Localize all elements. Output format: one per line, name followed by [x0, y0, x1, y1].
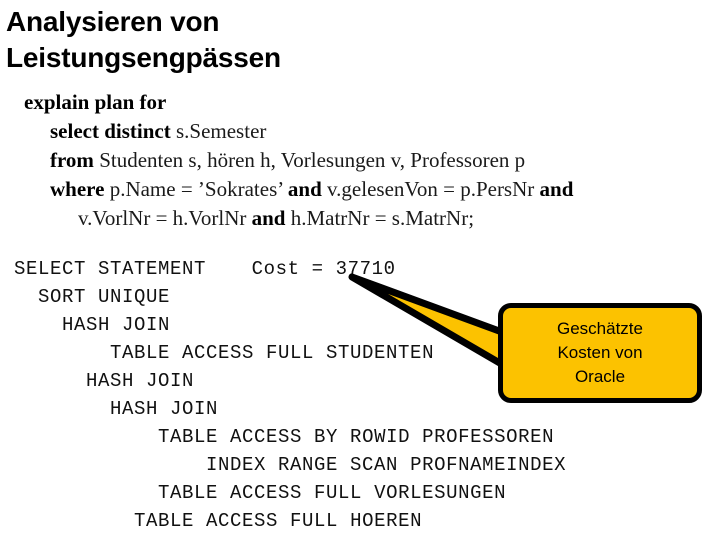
- callout-text-line-3: Oracle: [574, 367, 626, 386]
- page-title: Analysieren von Leistungsengpässen: [6, 4, 566, 76]
- sql-keyword: explain plan for: [24, 90, 167, 114]
- plan-indent: [14, 426, 158, 448]
- plan-indent: [14, 314, 62, 336]
- callout-text-line-2: Kosten von: [557, 343, 643, 362]
- sql-text: p.Name = ’Sokrates’: [109, 177, 288, 201]
- callout-bubble: Geschätzte Kosten von Oracle: [498, 303, 702, 403]
- sql-keyword: from: [50, 148, 100, 172]
- sql-line: where p.Name = ’Sokrates’ and v.gelesenV…: [24, 175, 714, 204]
- plan-indent: [14, 342, 110, 364]
- plan-operation: HASH JOIN: [86, 370, 195, 392]
- sql-keyword: where: [50, 177, 110, 201]
- callout-annotation: Geschätzte Kosten von Oracle: [348, 273, 702, 403]
- sql-text: v.gelesenVon = p.PersNr: [327, 177, 540, 201]
- plan-indent: [14, 510, 134, 532]
- sql-text: s.Semester: [175, 119, 267, 143]
- plan-operation: HASH JOIN: [62, 314, 171, 336]
- sql-keyword: and: [539, 177, 574, 201]
- plan-operation: TABLE ACCESS FULL VORLESUNGEN: [158, 482, 507, 504]
- sql-line: select distinct s.Semester: [24, 117, 714, 146]
- plan-operation: INDEX RANGE SCAN PROFNAMEINDEX: [206, 454, 567, 476]
- sql-keyword: select distinct: [50, 119, 176, 143]
- plan-indent: [14, 454, 206, 476]
- sql-keyword: and: [287, 177, 328, 201]
- sql-text: Studenten s, hören h, Vorlesungen v, Pro…: [99, 148, 526, 172]
- plan-indent: [14, 286, 38, 308]
- page-title-line-2: Leistungsengpässen: [6, 41, 281, 73]
- plan-operation: TABLE ACCESS FULL HOEREN: [134, 510, 423, 532]
- slide-canvas: Analysieren von Leistungsengpässen expla…: [0, 0, 720, 540]
- plan-indent: [14, 370, 86, 392]
- plan-operation: HASH JOIN: [110, 398, 219, 420]
- plan-indent: [14, 482, 158, 504]
- plan-operation: SORT UNIQUE: [38, 286, 171, 308]
- callout-tail-shape: [348, 273, 514, 373]
- sql-query-block: explain plan for select distinct s.Semest…: [24, 88, 714, 233]
- page-title-line-1: Analysieren von: [6, 6, 220, 37]
- plan-line: TABLE ACCESS FULL VORLESUNGEN: [14, 479, 714, 507]
- plan-line: TABLE ACCESS FULL HOEREN: [14, 507, 714, 535]
- sql-line: from Studenten s, hören h, Vorlesungen v…: [24, 146, 714, 175]
- sql-line: v.VorlNr = h.VorlNr and h.MatrNr = s.Mat…: [24, 204, 714, 233]
- sql-text: h.MatrNr = s.MatrNr;: [290, 206, 475, 230]
- plan-indent: [14, 398, 110, 420]
- plan-line: TABLE ACCESS BY ROWID PROFESSOREN: [14, 423, 714, 451]
- callout-text-line-1: Geschätzte: [557, 319, 643, 338]
- plan-line: INDEX RANGE SCAN PROFNAMEINDEX: [14, 451, 714, 479]
- sql-keyword: and: [251, 206, 291, 230]
- plan-operation: TABLE ACCESS BY ROWID PROFESSOREN: [158, 426, 555, 448]
- plan-operation: SELECT STATEMENT: [14, 258, 207, 280]
- sql-text: v.VorlNr = h.VorlNr: [78, 206, 252, 230]
- sql-line: explain plan for: [24, 88, 714, 117]
